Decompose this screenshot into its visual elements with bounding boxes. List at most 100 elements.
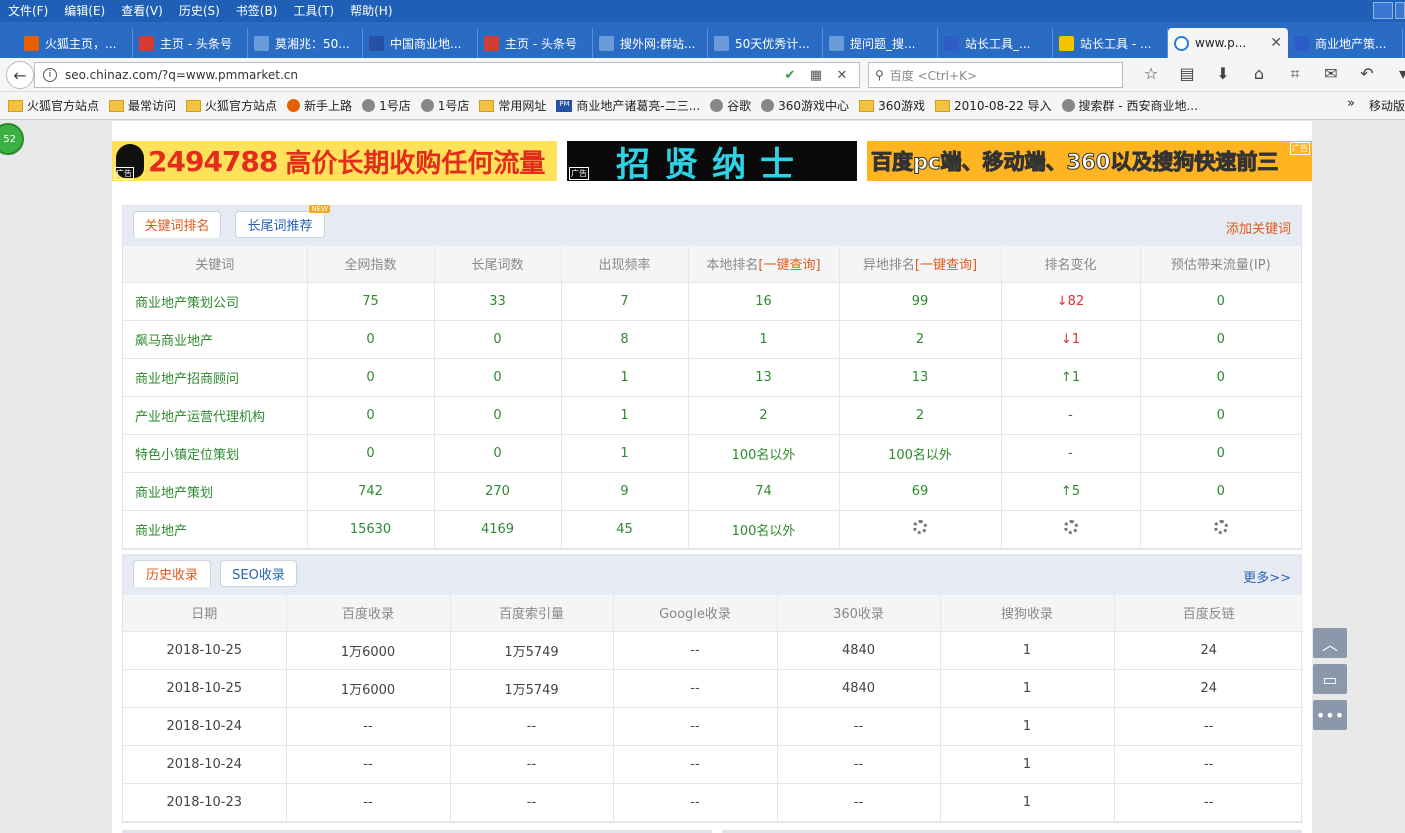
tab-seo-index[interactable]: SEO收录 (220, 560, 297, 587)
cell-freq: 45 (561, 510, 689, 549)
globe-icon (362, 99, 376, 112)
remote-query-link[interactable]: [一键查询] (915, 258, 977, 273)
download-icon[interactable]: ⬇ (1205, 64, 1241, 84)
ad-banner-seo[interactable]: 百度pc端、移动端、360以及搜狗快速前三 广告 (867, 141, 1312, 181)
menu-item[interactable]: 书签(B) (228, 0, 286, 22)
globe-icon (710, 99, 724, 112)
chat-icon[interactable]: ✉ (1313, 64, 1349, 84)
bookmark-item[interactable]: 新手上路 (287, 97, 352, 114)
browser-tab[interactable]: 提问题_搜... (823, 28, 938, 58)
bookmark-item[interactable]: 360游戏中心 (761, 97, 849, 114)
search-box[interactable]: ⚲ 百度 <Ctrl+K> (868, 62, 1123, 88)
col-traffic: 预估带来流量(IP) (1140, 246, 1301, 283)
bookmark-item[interactable]: 火狐官方站点 (186, 97, 277, 114)
local-query-link[interactable]: [一键查询] (758, 258, 820, 273)
keyword-row: 特色小镇定位策划 0 0 1 100名以外 100名以外 -0 (123, 434, 1301, 473)
browser-tab[interactable]: 主页 - 头条号 (478, 28, 593, 58)
history-col-header: 百度索引量 (450, 595, 614, 632)
browser-tab[interactable]: 商业地产策... (1288, 28, 1403, 58)
menu-item[interactable]: 文件(F) (0, 0, 56, 22)
cell-keyword[interactable]: 特色小镇定位策划 (123, 434, 308, 473)
tab-keyword-ranking[interactable]: 关键词排名 (133, 211, 221, 238)
cell-keyword[interactable]: 产业地产运营代理机构 (123, 396, 308, 435)
menu-item[interactable]: 帮助(H) (342, 0, 400, 22)
bookmark-item[interactable]: PM 商业地产诸葛亮-二三... (556, 97, 700, 114)
browser-tab[interactable]: 莫湘兆：50... (248, 28, 363, 58)
more-link[interactable]: 更多>> (1243, 567, 1291, 586)
maximize-button[interactable] (1395, 2, 1405, 19)
feedback-button[interactable]: ▭ (1313, 664, 1347, 694)
tab-label: 商业地产策... (1315, 36, 1387, 51)
bookmark-item[interactable]: 1号店 (362, 97, 411, 114)
keyword-row: 飙马商业地产 0 0 8 1 2 ↓1 0 (123, 320, 1301, 359)
bookmark-item[interactable]: 火狐官方站点 (8, 97, 99, 114)
history-cell: -- (777, 707, 941, 746)
undo-icon[interactable]: ↶ (1349, 64, 1385, 84)
browser-tab[interactable]: 站长工具 - ... (1053, 28, 1168, 58)
search-placeholder[interactable]: 百度 <Ctrl+K> (890, 67, 977, 84)
cell-keyword[interactable]: 商业地产招商顾问 (123, 358, 308, 397)
reading-list-icon[interactable]: ▤ (1169, 64, 1205, 84)
menu-item[interactable]: 查看(V) (113, 0, 171, 22)
close-tab-icon[interactable]: ✕ (1270, 35, 1282, 51)
bookmark-label: 火狐官方站点 (205, 99, 278, 113)
cell-traffic: 0 (1140, 396, 1301, 435)
cell-keyword[interactable]: 商业地产 (123, 510, 308, 549)
ad-banner-traffic[interactable]: 2494788 高价长期收购任何流量 广告 (112, 141, 557, 181)
bookmark-item[interactable]: 360游戏 (859, 97, 925, 114)
bookmark-item[interactable]: 搜索群 - 西安商业地... (1061, 97, 1198, 114)
history-cell: 1 (940, 631, 1115, 670)
side-widget-badge[interactable]: 52 (0, 123, 24, 155)
minimize-button[interactable] (1373, 2, 1393, 19)
menu-item[interactable]: 编辑(E) (56, 0, 113, 22)
ad-banner-hiring[interactable]: 广告 招贤纳士 (567, 141, 857, 181)
url-text[interactable]: seo.chinaz.com/?q=www.pmmarket.cn (65, 68, 781, 82)
browser-tab[interactable]: 站长工具_... (938, 28, 1053, 58)
browser-tab[interactable]: 主页 - 头条号 (133, 28, 248, 58)
bookmark-item[interactable]: 谷歌 (710, 97, 751, 114)
cell-local: 1 (688, 320, 840, 359)
cell-keyword[interactable]: 飙马商业地产 (123, 320, 308, 359)
loading-spinner-icon (913, 520, 927, 534)
folder-icon (859, 99, 875, 112)
home-icon[interactable]: ⌂ (1241, 64, 1277, 84)
menu-item[interactable]: 工具(T) (285, 0, 342, 22)
new-badge: NEW (309, 205, 330, 213)
menu-item[interactable]: 历史(S) (171, 0, 228, 22)
menu-chevron-icon[interactable]: ▾ (1385, 64, 1405, 84)
bookmark-star-icon[interactable]: ☆ (1133, 64, 1169, 84)
scroll-top-button[interactable]: ︿ (1313, 628, 1347, 658)
more-options-button[interactable]: ••• (1313, 700, 1347, 730)
baidu-icon (1294, 35, 1309, 51)
clear-url-icon[interactable]: ✕ (833, 68, 851, 83)
site-info-icon[interactable]: i (43, 68, 57, 82)
bookmark-item[interactable]: 2010-08-22 导入 (934, 97, 1052, 114)
bookmark-item[interactable]: 1号店 (420, 97, 469, 114)
url-bar[interactable]: i seo.chinaz.com/?q=www.pmmarket.cn ✔ ▦ … (34, 62, 860, 88)
crop-icon[interactable]: ⌗ (1277, 64, 1313, 84)
tab-longtail[interactable]: 长尾词推荐 NEW (235, 205, 330, 238)
mobile-bookmarks[interactable]: 移动版 (1369, 97, 1405, 114)
search-icon: ⚲ (875, 68, 884, 82)
back-button[interactable]: ← (6, 61, 34, 89)
bookmarks-more-icon[interactable]: » (1347, 96, 1355, 111)
browser-tab[interactable]: 中国商业地... (363, 28, 478, 58)
browser-tab[interactable]: 50天优秀计... (708, 28, 823, 58)
cell-keyword[interactable]: 商业地产策划 (123, 472, 308, 511)
bookmark-item[interactable]: 最常访问 (109, 97, 176, 114)
keyword-row: 商业地产 15630 4169 45 100名以外 (123, 510, 1301, 549)
browser-tab[interactable]: 搜外网:群站... (593, 28, 708, 58)
tab-history[interactable]: 历史收录 (133, 560, 211, 587)
bookmark-label: 360游戏 (878, 99, 925, 113)
cell-index: 0 (307, 434, 435, 473)
browser-tab[interactable]: 火狐主页，... (18, 28, 133, 58)
browser-tab[interactable]: www.p... ✕ (1168, 28, 1288, 58)
qrcode-icon[interactable]: ▦ (807, 68, 825, 83)
shield-icon[interactable]: ✔ (781, 68, 799, 83)
tab-label: www.p... (1195, 36, 1247, 50)
cell-keyword[interactable]: 商业地产策划公司 (123, 282, 308, 321)
add-keyword-link[interactable]: 添加关键词 (1226, 218, 1291, 237)
bookmark-item[interactable]: 常用网址 (479, 97, 546, 114)
history-cell: -- (613, 669, 778, 708)
loading-spinner-icon (1213, 520, 1228, 534)
